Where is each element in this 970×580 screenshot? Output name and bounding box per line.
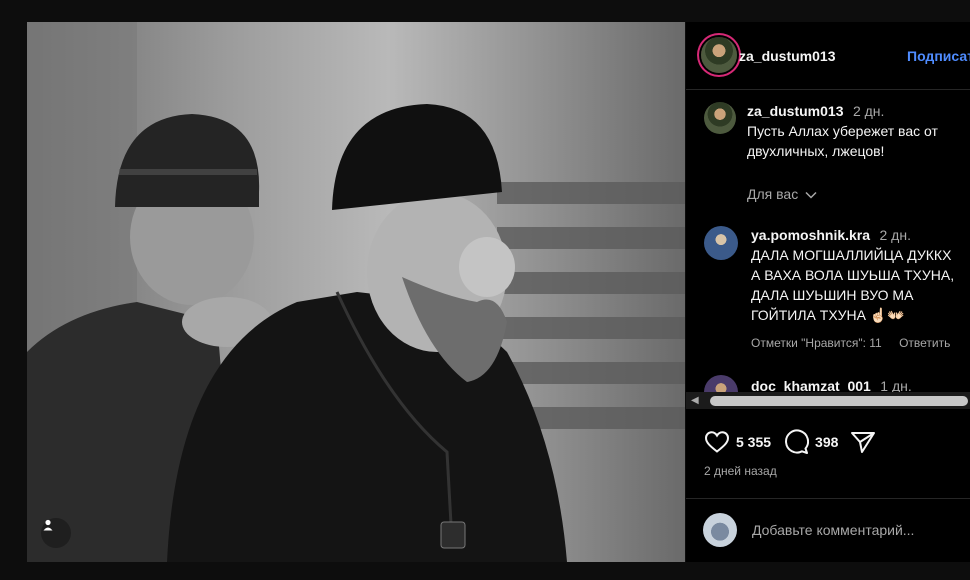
comments-count[interactable]: 398 [815,434,838,450]
commenter-avatar[interactable] [704,375,738,392]
tagged-users-button[interactable] [41,518,71,548]
comment-username[interactable]: doc_khamzat_001 [751,378,871,392]
post-header: za_dustum013 Подписаться [686,22,970,90]
add-comment-bar: Добавьте комментарий... [686,498,970,562]
scroll-left-icon[interactable]: ◀ [691,395,699,406]
comment-input[interactable]: Добавьте комментарий... [752,522,914,538]
author-username[interactable]: za_dustum013 [739,48,835,64]
user-tag-icon [43,519,53,531]
post-actions: 5 355 398 [704,428,876,456]
post-side-panel: za_dustum013 Подписаться za_dustum013 2 … [686,22,970,562]
follow-button[interactable]: Подписаться [907,48,970,64]
for-you-label: Для вас [747,186,799,202]
share-icon[interactable] [850,430,876,454]
comment-username[interactable]: ya.pomoshnik.kra [751,227,870,243]
comment-time: 1 дн. [880,378,912,392]
post-photo [27,22,685,562]
comment-time: 2 дн. [879,227,911,243]
commenter-avatar[interactable] [704,226,738,260]
comments-list[interactable]: za_dustum013 2 дн. Пусть Аллах убережет … [686,90,970,392]
comment-text-line-1: ДАЛА МОГШАЛЛИЙЦА ДУККХ [751,247,952,263]
caption-avatar[interactable] [704,102,736,134]
scrollbar-thumb[interactable] [710,396,968,406]
comment-text-line-4: ГОЙТИЛА ТХУНА ☝🏻👐🏻 [751,307,905,323]
chevron-down-icon [805,192,817,199]
heart-icon[interactable] [704,430,730,454]
comment-likes-count[interactable]: Отметки "Нравится": 11 [751,336,882,350]
horizontal-scrollbar[interactable]: ◀ [686,392,970,409]
comment-icon[interactable] [783,429,810,455]
caption-username[interactable]: za_dustum013 [747,103,843,119]
for-you-filter[interactable]: Для вас [747,186,817,202]
author-avatar[interactable] [701,37,737,73]
photo-illustration [27,22,685,562]
post-date[interactable]: 2 дней назад [704,464,777,478]
comment-text-line-3: ДАЛА ШУЬШИН ВУО МА [751,287,914,303]
likes-count[interactable]: 5 355 [736,434,771,450]
caption-text-line-2: двухличных, лжецов! [747,143,885,159]
current-user-avatar [703,513,737,547]
comment-text-line-2: А ВАХА ВОЛА ШУЬША ТХУНА, [751,267,955,283]
caption-time: 2 дн. [852,103,885,119]
comment-meta: Отметки "Нравится": 11 Ответить [751,336,964,350]
reply-button[interactable]: Ответить [899,336,950,350]
caption-text-line-1: Пусть Аллах убережет вас от [747,123,938,139]
